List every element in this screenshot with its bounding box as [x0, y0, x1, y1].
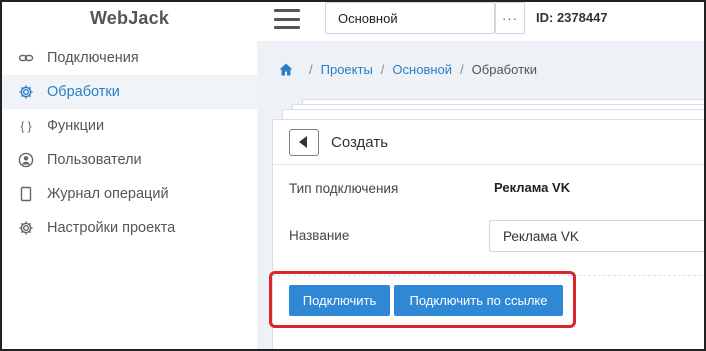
home-icon[interactable]	[279, 63, 293, 76]
topbar: Основной ··· ID: 2378447	[257, 2, 704, 41]
sidebar-item-label: Функции	[47, 118, 105, 134]
sidebar-item-operations-log[interactable]: Журнал операций	[2, 177, 257, 211]
name-label: Название	[289, 228, 350, 243]
sidebar-item-label: Настройки проекта	[47, 220, 176, 236]
project-select[interactable]: Основной	[325, 2, 495, 34]
connection-type-value: Реклама VK	[494, 180, 571, 195]
card-header: Создать	[273, 120, 706, 165]
sidebar-item-project-settings[interactable]: Настройки проекта	[2, 211, 257, 245]
sidebar-item-label: Пользователи	[47, 152, 142, 168]
breadcrumb-separator: /	[380, 62, 385, 77]
breadcrumb-separator: /	[309, 62, 313, 77]
project-id: ID: 2378447	[536, 10, 608, 25]
document-icon	[17, 185, 35, 203]
sidebar: WebJack Подключения Обработки { } Функци…	[2, 2, 257, 349]
name-input[interactable]	[489, 220, 706, 252]
link-icon	[17, 49, 35, 67]
divider	[273, 275, 706, 276]
menu-icon[interactable]	[274, 9, 300, 29]
breadcrumb-separator: /	[460, 62, 464, 77]
sidebar-item-connections[interactable]: Подключения	[2, 41, 257, 75]
connect-button[interactable]: Подключить	[289, 285, 390, 316]
sidebar-nav: Подключения Обработки { } Функции Пользо…	[2, 41, 257, 245]
breadcrumb-current: Обработки	[471, 62, 537, 77]
breadcrumb: / Проекты / Основной / Обработки	[279, 62, 537, 77]
sidebar-item-label: Журнал операций	[47, 186, 169, 202]
breadcrumb-projects[interactable]: Проекты	[321, 62, 373, 77]
card-title: Создать	[331, 133, 389, 151]
sidebar-item-functions[interactable]: { } Функции	[2, 109, 257, 143]
arrow-left-icon	[299, 136, 307, 148]
gear-icon	[17, 219, 35, 237]
sidebar-item-users[interactable]: Пользователи	[2, 143, 257, 177]
user-icon	[17, 151, 35, 169]
braces-icon: { }	[20, 119, 32, 133]
sidebar-item-label: Обработки	[47, 84, 120, 100]
back-button[interactable]	[289, 128, 319, 156]
app-logo[interactable]: WebJack	[2, 8, 257, 29]
gear-icon	[17, 83, 35, 101]
create-form-card: Создать Тип подключения Реклама VK Назва…	[272, 119, 706, 351]
connect-by-link-button[interactable]: Подключить по ссылке	[394, 285, 563, 316]
sidebar-item-label: Подключения	[47, 50, 139, 66]
connection-type-label: Тип подключения	[289, 181, 399, 196]
main-content: / Проекты / Основной / Обработки Создать…	[257, 41, 706, 351]
breadcrumb-main[interactable]: Основной	[392, 62, 452, 77]
sidebar-item-processing[interactable]: Обработки	[2, 75, 257, 109]
more-options-button[interactable]: ···	[495, 2, 525, 34]
